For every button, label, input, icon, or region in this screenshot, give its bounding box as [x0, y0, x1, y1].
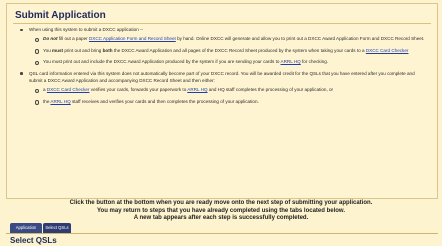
list-item: a DXCC Card Checker verifies your cards,…: [35, 86, 429, 94]
list-item: You must print out and bring both the DX…: [35, 47, 429, 55]
list-item: QSL card information entered via this sy…: [20, 70, 429, 106]
step-tabs: Application Select QSLs: [6, 223, 438, 234]
section-title: Select QSLs: [10, 236, 57, 245]
tab-application[interactable]: Application: [10, 223, 42, 233]
arrl-hq-link[interactable]: ARRL HQ: [187, 87, 207, 92]
next-step-instructions: Click the button at the bottom when you …: [69, 200, 373, 222]
arrl-hq-link[interactable]: ARRL HQ: [50, 99, 70, 104]
list-item: When using this system to submit a DXCC …: [20, 26, 429, 66]
tab-select-qsls[interactable]: Select QSLs: [43, 223, 71, 233]
dxcc-card-checker-link[interactable]: DXCC Card Checker: [47, 87, 90, 92]
list-item: the ARRL HQ staff receives and verifies …: [35, 98, 429, 106]
instructions-list: When using this system to submit a DXCC …: [7, 24, 437, 106]
list-item: You must print out and include the DXCC …: [35, 58, 429, 66]
list-item: Do not fill out a paper DXCC Application…: [35, 35, 429, 43]
arrl-hq-link[interactable]: ARRL HQ: [281, 59, 301, 64]
dxcc-application-form-link[interactable]: DXCC Application Form and Record Sheet: [89, 36, 176, 41]
dxcc-card-checker-link[interactable]: DXCC Card Checker: [366, 48, 409, 53]
page-title: Submit Application: [15, 10, 106, 21]
tab-divider: [6, 233, 438, 234]
submit-application-panel: Submit Application When using this syste…: [6, 3, 438, 199]
